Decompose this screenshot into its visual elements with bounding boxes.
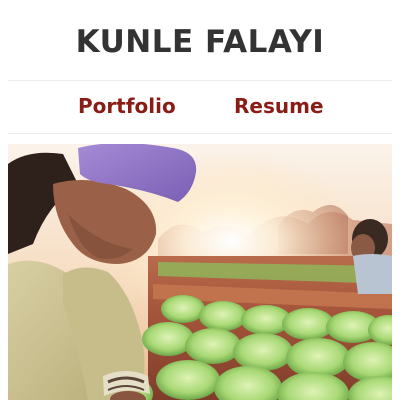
nav-divider-bottom — [8, 133, 392, 134]
second-worker — [351, 219, 392, 294]
site-title[interactable]: KUNLE FALAYI — [76, 24, 325, 60]
nav-link-portfolio[interactable]: Portfolio — [78, 94, 176, 118]
site-header: KUNLE FALAYI — [0, 0, 400, 80]
hero-photo — [8, 144, 392, 400]
hero-image — [8, 144, 392, 400]
page: KUNLE FALAYI Portfolio Resume — [0, 0, 400, 400]
main-nav: Portfolio Resume — [0, 81, 400, 133]
nav-link-resume[interactable]: Resume — [234, 94, 324, 118]
